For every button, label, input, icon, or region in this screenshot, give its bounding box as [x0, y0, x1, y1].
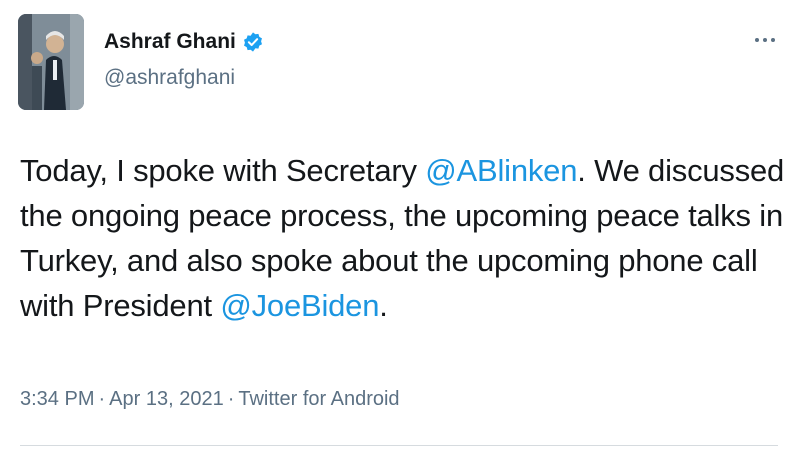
verified-badge-icon: [242, 31, 264, 53]
meta-separator: ·: [227, 388, 235, 410]
author-handle[interactable]: @ashrafghani: [104, 66, 235, 90]
tweet-source[interactable]: Twitter for Android: [238, 388, 399, 410]
tweet-text-segment: .: [379, 288, 388, 323]
more-options-icon[interactable]: [750, 28, 780, 52]
tweet-text-segment: Today, I spoke with Secretary: [20, 153, 426, 188]
avatar[interactable]: [18, 14, 84, 110]
tweet-card: Ashraf Ghani @ashrafghani Today, I spoke…: [0, 0, 800, 450]
tweet-time[interactable]: 3:34 PM: [20, 388, 94, 410]
author-display-name[interactable]: Ashraf Ghani: [104, 30, 236, 54]
tweet-metadata: 3:34 PM · Apr 13, 2021 · Twitter for Android: [20, 388, 400, 411]
mention-joebiden-link[interactable]: @JoeBiden: [220, 288, 379, 323]
tweet-text: Today, I spoke with Secretary @ABlinken.…: [20, 148, 790, 328]
author-name-row: Ashraf Ghani: [104, 30, 264, 54]
mention-ablinken-link[interactable]: @ABlinken: [425, 153, 577, 188]
meta-separator: ·: [98, 388, 106, 410]
profile-photo-icon: [18, 14, 84, 110]
screenshot-frame: Ashraf Ghani @ashrafghani Today, I spoke…: [0, 0, 800, 450]
divider: [20, 445, 778, 446]
tweet-date[interactable]: Apr 13, 2021: [109, 388, 224, 410]
